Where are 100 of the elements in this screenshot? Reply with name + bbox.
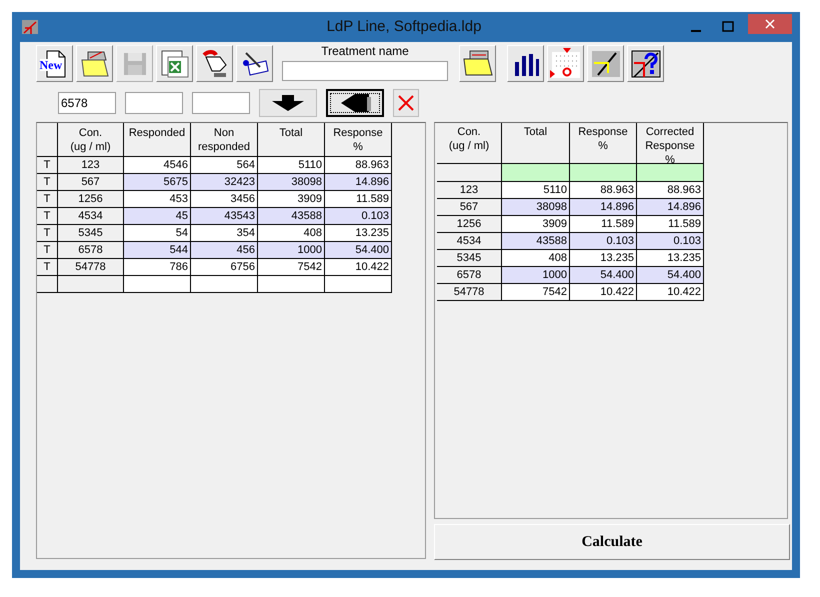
table-cell: 7542	[502, 284, 570, 301]
table-cell: 4534	[437, 233, 502, 250]
table-cell: 88.963	[637, 182, 704, 199]
spreadsheet-icon	[160, 48, 190, 78]
table-cell: 5345	[58, 225, 124, 242]
table-cell: 1256	[58, 191, 124, 208]
table-cell: 0.103	[325, 208, 392, 225]
table-cell: 54778	[58, 259, 124, 276]
table-cell: 1000	[258, 242, 325, 259]
arrow-button[interactable]	[259, 89, 317, 117]
window-title: LdP Line, Softpedia.ldp	[326, 16, 482, 37]
table-cell: 5675	[124, 174, 191, 191]
table-cell: 11.589	[637, 216, 704, 233]
table-cell: 408	[258, 225, 325, 242]
table-cell: 38098	[502, 199, 570, 216]
entry-field[interactable]	[125, 92, 183, 114]
table-cell: 13.235	[570, 250, 637, 267]
table-cell: 3456	[191, 191, 258, 208]
folder-icon	[462, 48, 494, 78]
toolbar-button[interactable]	[156, 45, 193, 82]
table-cell: 354	[191, 225, 258, 242]
table-cell: Responded	[124, 123, 191, 157]
table-cell: 54778	[437, 284, 502, 301]
table-cell: Total	[258, 123, 325, 157]
table-cell: 32423	[191, 174, 258, 191]
table-cell: 786	[124, 259, 191, 276]
help-graph-icon	[630, 48, 662, 78]
toolbar-button[interactable]	[236, 45, 273, 82]
table-cell: T	[37, 157, 58, 174]
table-cell: T	[37, 225, 58, 242]
table-cell: 11.589	[570, 216, 637, 233]
table-cell: 88.963	[325, 157, 392, 174]
entry-field[interactable]: 6578	[58, 92, 116, 114]
delete-button[interactable]	[393, 89, 419, 117]
table-cell: Con. (ug / ml)	[58, 123, 124, 157]
table-cell: 564	[191, 157, 258, 174]
toolbar-button[interactable]	[196, 45, 233, 82]
line-graph-icon	[590, 48, 622, 78]
close-icon	[396, 93, 416, 113]
table-cell: 4546	[124, 157, 191, 174]
table-cell: T	[37, 191, 58, 208]
dot-grid-icon	[550, 48, 582, 80]
table-cell: 1000	[502, 267, 570, 284]
table-cell: 13.235	[325, 225, 392, 242]
toolbar-button[interactable]	[507, 45, 544, 82]
table-cell: 123	[58, 157, 124, 174]
toolbar-button[interactable]	[76, 45, 113, 82]
table-cell: 14.896	[637, 199, 704, 216]
table-cell: Con. (ug / ml)	[437, 123, 502, 164]
folder-icon	[80, 50, 110, 78]
table-cell: 3909	[258, 191, 325, 208]
maximize-icon[interactable]	[722, 21, 734, 33]
table-cell: 0.103	[570, 233, 637, 250]
table-cell: 11.589	[325, 191, 392, 208]
table-cell: T	[37, 174, 58, 191]
app-logo-icon	[22, 20, 38, 34]
table-cell: T	[37, 208, 58, 225]
table-cell: 88.963	[570, 182, 637, 199]
table-cell: 13.235	[637, 250, 704, 267]
toolbar-button[interactable]	[587, 45, 624, 82]
toolbar-button[interactable]	[627, 45, 664, 82]
table-cell: 567	[58, 174, 124, 191]
table-cell: 54	[124, 225, 191, 242]
close-button[interactable]	[748, 14, 792, 34]
table-cell: 123	[437, 182, 502, 199]
table-cell: Corrected Response %	[637, 123, 704, 164]
table-cell: 54.400	[637, 267, 704, 284]
table-cell: 6578	[58, 242, 124, 259]
entry-field[interactable]	[192, 92, 250, 114]
table-cell: 7542	[258, 259, 325, 276]
table-cell: 567	[437, 199, 502, 216]
new-label: New	[40, 58, 62, 70]
toolbar-button[interactable]	[459, 45, 496, 82]
table-cell: 10.422	[325, 259, 392, 276]
table-cell: Response %	[570, 123, 637, 164]
table-cell: T	[37, 259, 58, 276]
table-cell: 10.422	[570, 284, 637, 301]
treatment-field[interactable]	[282, 61, 448, 81]
table-cell: 6756	[191, 259, 258, 276]
table-cell: Response %	[325, 123, 392, 157]
table-cell: 544	[124, 242, 191, 259]
arrow-button[interactable]	[326, 89, 384, 117]
close-icon	[765, 19, 775, 29]
table-cell: 54.400	[325, 242, 392, 259]
table-cell: T	[37, 242, 58, 259]
table-cell: 5345	[437, 250, 502, 267]
table-cell: 43543	[191, 208, 258, 225]
calculate-button[interactable]: Calculate	[434, 524, 790, 560]
table-cell: 43588	[258, 208, 325, 225]
table-cell: 6578	[437, 267, 502, 284]
table-cell: 43588	[502, 233, 570, 250]
table-cell: Total	[502, 123, 570, 164]
toolbar-button[interactable]: New	[36, 45, 73, 82]
down-arrow-icon	[270, 93, 306, 113]
table-cell: Non responded	[191, 123, 258, 157]
table-cell: 5110	[258, 157, 325, 174]
table-cell: 3909	[502, 216, 570, 233]
table-cell: 38098	[258, 174, 325, 191]
table-cell: 14.896	[570, 199, 637, 216]
treatment-label: Treatment name	[321, 44, 409, 58]
